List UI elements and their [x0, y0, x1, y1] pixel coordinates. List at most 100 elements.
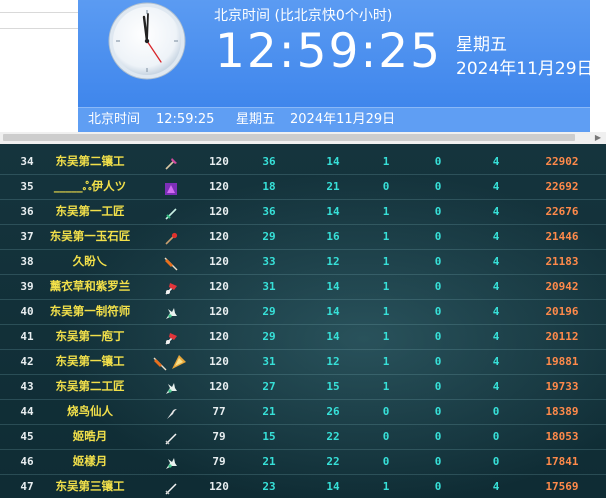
- table-row: 38 久盼乀 120 33 12 1 0 4 21183: [0, 249, 606, 275]
- level-cell: 120: [209, 180, 229, 193]
- player-name-cell: 东吴第三镶工: [55, 479, 125, 493]
- stat-cell: 4: [492, 230, 500, 243]
- rank-cell: 44: [20, 405, 34, 418]
- stat-cell: 16: [326, 230, 340, 243]
- items-cell: [146, 399, 196, 424]
- player-name-cell: 东吴第一镶工: [55, 354, 125, 368]
- stat-cell: 0: [492, 405, 500, 418]
- table-row: 45 姬晧月 79 15 22 0 0 0 18053: [0, 424, 606, 450]
- stat-cell: 29: [262, 330, 276, 343]
- level-cell: 120: [209, 280, 229, 293]
- score-cell: 21446: [545, 230, 579, 243]
- stat-cell: 14: [326, 480, 340, 493]
- stat-cell: 0: [434, 280, 442, 293]
- score-cell: 17569: [545, 480, 579, 493]
- divider: [0, 28, 78, 29]
- stat-cell: 22: [326, 455, 340, 468]
- stat-cell: 15: [326, 380, 340, 393]
- stat-cell: 4: [492, 480, 500, 493]
- table-row: 44 烧鸟仙人 77 21 26 0 0 0 18389: [0, 399, 606, 425]
- stat-cell: 1: [382, 330, 390, 343]
- stat-cell: 21: [326, 180, 340, 193]
- red-axe-icon: [164, 280, 178, 295]
- score-cell: 20196: [545, 305, 579, 318]
- stat-cell: 36: [262, 155, 276, 168]
- stat-cell: 23: [262, 480, 276, 493]
- score-cell: 22676: [545, 205, 579, 218]
- ranking-table: 34 东吴第二镶工 120 36 14 1 0 4 22902 35 _____ஃ伊人ツ 120 18 2…: [0, 144, 606, 498]
- status-date: 2024年11月29日: [290, 112, 396, 127]
- level-cell: 120: [209, 305, 229, 318]
- stat-cell: 14: [326, 280, 340, 293]
- items-cell: [146, 424, 196, 449]
- stat-cell: 1: [382, 230, 390, 243]
- score-cell: 22902: [545, 155, 579, 168]
- stat-cell: 0: [382, 430, 390, 443]
- score-cell: 20112: [545, 330, 579, 343]
- stat-cell: 0: [382, 455, 390, 468]
- stat-cell: 1: [382, 305, 390, 318]
- golden-fan-icon: [169, 352, 189, 372]
- score-cell: 19881: [545, 355, 579, 368]
- rank-cell: 39: [20, 280, 34, 293]
- level-cell: 120: [209, 255, 229, 268]
- table-row: 36 东吴第一工匠 120 36 14 1 0 4 22676: [0, 199, 606, 225]
- stat-cell: 29: [262, 305, 276, 318]
- stat-cell: 0: [434, 355, 442, 368]
- white-claw-icon: [164, 380, 178, 394]
- divider: [0, 12, 78, 13]
- player-name-cell: 东吴第二镶工: [55, 154, 125, 168]
- rank-cell: 46: [20, 455, 34, 468]
- table-row: 47 东吴第三镶工 120 23 14 1 0 4 17569: [0, 474, 606, 498]
- pick-icon: [164, 155, 178, 170]
- level-cell: 120: [209, 155, 229, 168]
- stat-cell: 0: [434, 430, 442, 443]
- items-cell: [146, 224, 196, 249]
- items-cell: [146, 149, 196, 174]
- orange-blade-icon: [164, 255, 178, 271]
- table-row: 42 东吴第一镶工 120 31 12 1 0 4 19881: [0, 349, 606, 375]
- white-sword-icon: [164, 480, 178, 495]
- rank-cell: 47: [20, 480, 34, 493]
- score-cell: 17841: [545, 455, 579, 468]
- rank-cell: 42: [20, 355, 34, 368]
- stat-cell: 1: [382, 380, 390, 393]
- stat-cell: 0: [434, 405, 442, 418]
- table-row: 46 姬樣月 79 21 22 0 0 0 17841: [0, 449, 606, 475]
- stat-cell: 21: [262, 455, 276, 468]
- stat-cell: 4: [492, 380, 500, 393]
- stat-cell: 4: [492, 305, 500, 318]
- stat-cell: 0: [492, 455, 500, 468]
- scrollbar-thumb[interactable]: [3, 134, 575, 141]
- sickle-icon: [164, 405, 178, 419]
- stat-cell: 21: [262, 405, 276, 418]
- minute-hand: [146, 13, 149, 42]
- stat-cell: 14: [326, 330, 340, 343]
- level-cell: 120: [209, 230, 229, 243]
- stat-cell: 0: [434, 255, 442, 268]
- stat-cell: 0: [434, 455, 442, 468]
- stat-cell: 0: [382, 405, 390, 418]
- level-cell: 120: [209, 330, 229, 343]
- table-row: 40 东吴第一制符师 120 29 14 1 0 4 20196: [0, 299, 606, 325]
- date-label: 2024年11月29日: [456, 59, 590, 79]
- stat-cell: 36: [262, 205, 276, 218]
- red-staff-icon: [164, 230, 178, 245]
- stat-cell: 0: [434, 180, 442, 193]
- stat-cell: 14: [326, 305, 340, 318]
- rank-cell: 38: [20, 255, 34, 268]
- stat-cell: 0: [434, 230, 442, 243]
- stat-cell: 4: [492, 355, 500, 368]
- items-cell: [146, 374, 196, 399]
- items-cell: [146, 474, 196, 498]
- stat-cell: 14: [326, 205, 340, 218]
- items-cell: [146, 324, 196, 349]
- items-cell: [146, 174, 196, 199]
- stat-cell: 18: [262, 180, 276, 193]
- stat-cell: 0: [434, 480, 442, 493]
- table-row: 35 _____ஃ伊人ツ 120 18 21 0 0 4 22692: [0, 174, 606, 200]
- stat-cell: 29: [262, 230, 276, 243]
- status-weekday: 星期五: [236, 112, 276, 127]
- stat-cell: 0: [382, 180, 390, 193]
- scroll-right-arrow-icon[interactable]: ▶: [590, 132, 606, 144]
